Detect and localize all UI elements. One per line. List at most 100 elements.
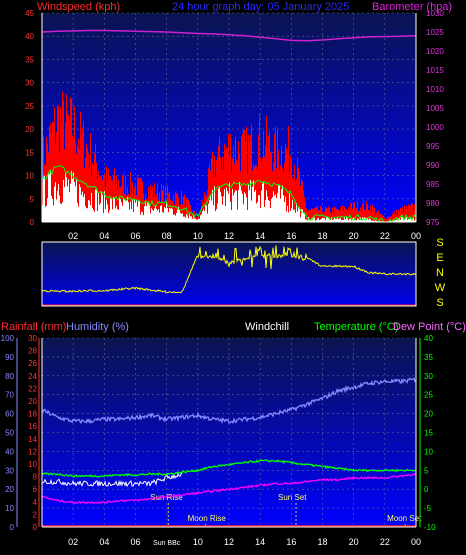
rain-tick-label: 0 [33,523,38,532]
windspeed-tick-label: 25 [25,102,34,111]
temperature-tick-label: 15 [424,429,433,438]
humidity-tick-label: 90 [5,353,14,362]
barometer-tick-label: 1010 [426,85,444,94]
direction-label: S [436,297,443,309]
rain-tick-label: 14 [28,435,37,444]
x-tick-label: Sun BBc [153,540,181,547]
x-tick-label: 18 [317,537,327,547]
rain-tick-label: 30 [28,334,37,343]
barometer-tick-label: 1000 [426,123,444,132]
humidity-tick-label: 40 [5,447,14,456]
windspeed-tick-label: 30 [25,79,34,88]
x-tick-label: 04 [99,231,109,241]
rain-tick-label: 18 [28,410,37,419]
barometer-tick-label: 985 [426,180,440,189]
temperature-tick-label: 5 [424,466,429,475]
x-tick-label: 00 [411,231,421,241]
barometer-ticks: 975 980 985 990 995 1000 1005 1010 1015 1020 1025 1… [426,9,444,227]
windchill-label: Windchill [245,321,289,333]
windspeed-tick-label: 5 [30,195,35,204]
rain-tick-label: 2 [33,510,38,519]
humidity-tick-label: 70 [5,391,14,400]
humidity-tick-label: 80 [5,372,14,381]
rain-tick-label: 28 [28,347,37,356]
rain-tick-label: 26 [28,359,37,368]
barometer-tick-label: 1025 [426,28,444,37]
temperature-tick-label: -5 [424,504,432,513]
direction-label: E [436,252,443,264]
direction-labels: SENWS [435,237,446,309]
x-tick-label: 22 [380,231,390,241]
weather-graph: Windspeed (kph) 24 hour graph day: 05 Ja… [1,1,466,547]
humidity-tick-label: 20 [5,485,14,494]
windspeed-ticks: 0 5 10 15 20 25 30 35 40 45 [25,9,34,227]
windspeed-tick-label: 45 [25,9,34,18]
humidity-tick-label: 0 [10,523,15,532]
windspeed-tick-label: 15 [25,148,34,157]
rain-tick-label: 22 [28,384,37,393]
x-tick-label: 04 [99,537,109,547]
windspeed-tick-label: 10 [25,172,34,181]
rain-tick-label: 6 [33,485,38,494]
humidity-tick-label: 60 [5,410,14,419]
windspeed-tick-label: 20 [25,125,34,134]
x-tick-label: 06 [130,231,140,241]
barometer-tick-label: 1030 [426,9,444,18]
rain-tick-label: 24 [28,372,37,381]
direction-label: S [436,237,443,249]
windspeed-axis-label: Windspeed (kph) [37,1,120,13]
windspeed-tick-label: 40 [25,32,34,41]
x-tick-label: 16 [286,537,296,547]
humidity-axis-label: Humidity (%) [66,321,129,333]
windspeed-tick-label: 35 [25,55,34,64]
x-tick-label: 14 [255,537,265,547]
barometer-tick-label: 975 [426,218,440,227]
x-tick-label: 06 [130,537,140,547]
barometer-tick-label: 995 [426,142,440,151]
humidity-tick-label: 10 [5,504,14,513]
temperature-tick-label: 25 [424,391,433,400]
humidity-tick-label: 30 [5,466,14,475]
barometer-tick-label: 1005 [426,104,444,113]
x-tick-label: 00 [411,537,421,547]
x-tick-label: 02 [68,231,78,241]
x-tick-label: 10 [193,231,203,241]
astro-marker-label: Moon Set [387,514,422,523]
direction-label: W [435,282,446,294]
rain-tick-label: 4 [33,498,38,507]
bottom-x-ticks: 02 04 06 Sun BBc 10 12 14 16 18 20 22 00 [68,537,421,547]
barometer-tick-label: 1015 [426,66,444,75]
rain-tick-label: 16 [28,422,37,431]
x-tick-label: 20 [349,537,359,547]
rainfall-axis-label: Rainfall (mm) [1,321,66,333]
humidity-tick-label: 100 [1,334,15,343]
x-tick-label: 12 [224,231,234,241]
humidity-tick-label: 50 [5,429,14,438]
rain-tick-label: 20 [28,397,37,406]
x-tick-label: 14 [255,231,265,241]
temperature-axis-label: Temperature (°C) [314,321,398,333]
temperature-tick-label: 30 [424,372,433,381]
temperature-tick-label: -10 [424,523,436,532]
x-tick-label: 08 [162,231,172,241]
barometer-tick-label: 990 [426,161,440,170]
x-tick-label: 20 [349,231,359,241]
astro-marker-label: Moon Rise [188,514,227,523]
barometer-tick-label: 980 [426,199,440,208]
temperature-tick-label: 0 [424,485,429,494]
rain-tick-label: 10 [28,460,37,469]
direction-label: N [436,267,444,279]
temperature-tick-label: 10 [424,447,433,456]
x-tick-label: 16 [286,231,296,241]
x-tick-label: 10 [193,537,203,547]
astro-marker-label: Sun Set [278,493,307,502]
rain-tick-label: 12 [28,447,37,456]
x-tick-label: 02 [68,537,78,547]
top-x-ticks: 02 04 06 08 10 12 14 16 18 20 22 00 [68,231,421,241]
chart-title: 24 hour graph day: 05 January 2025 [172,1,349,13]
rain-tick-label: 8 [33,473,38,482]
dewpoint-axis-label: Dew Point (°C) [393,321,466,333]
windspeed-tick-label: 0 [30,218,35,227]
x-tick-label: 18 [317,231,327,241]
x-tick-label: 22 [380,537,390,547]
